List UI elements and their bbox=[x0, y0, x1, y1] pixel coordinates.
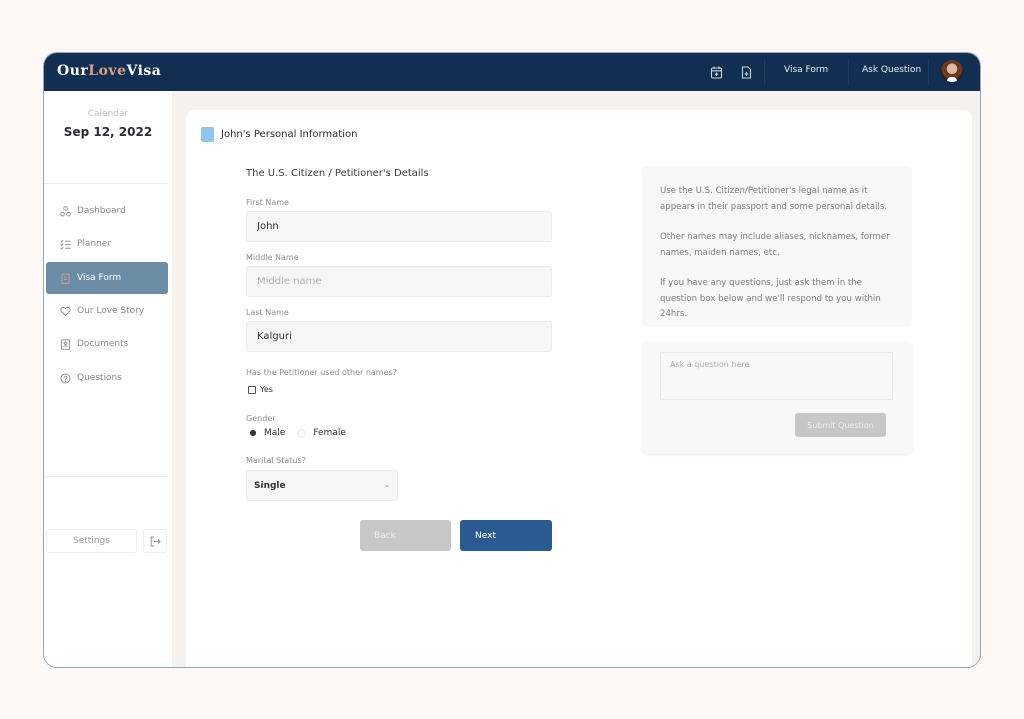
sidebar-item-planner[interactable]: Planner bbox=[46, 228, 168, 260]
middle-name-input[interactable] bbox=[246, 266, 552, 297]
info-paragraph: Use the U.S. Citizen/Petitioner's legal … bbox=[660, 186, 888, 212]
sidebar-item-visa-form[interactable]: Visa Form bbox=[46, 262, 168, 294]
sidebar-divider bbox=[44, 476, 168, 477]
sidebar-item-label: Our Love Story bbox=[77, 306, 145, 316]
radio-female[interactable] bbox=[297, 428, 307, 438]
back-button[interactable]: Back bbox=[360, 520, 451, 551]
question-input[interactable] bbox=[660, 352, 893, 400]
card-title: John's Personal Information bbox=[221, 129, 358, 140]
gender-radio-group: Male Female bbox=[248, 428, 358, 438]
last-name-label: Last Name bbox=[246, 308, 289, 317]
sidebar-item-label: Documents bbox=[77, 339, 129, 349]
radio-label: Female bbox=[313, 428, 346, 438]
middle-name-label: Middle Name bbox=[246, 253, 299, 262]
first-name-label: First Name bbox=[246, 198, 289, 207]
file-add-icon[interactable] bbox=[740, 64, 754, 79]
user-avatar[interactable] bbox=[941, 60, 963, 82]
gender-option-female[interactable]: Female bbox=[297, 428, 346, 438]
sidebar-item-our-love-story[interactable]: Our Love Story bbox=[46, 295, 168, 327]
radio-label: Male bbox=[264, 428, 286, 438]
sidebar-item-documents[interactable]: Documents bbox=[46, 328, 168, 360]
calendar-label: Calendar bbox=[87, 109, 129, 119]
visa-form-icon bbox=[59, 272, 71, 284]
checkbox-label: Yes bbox=[260, 385, 273, 394]
dashboard-icon bbox=[59, 205, 71, 217]
sidebar-item-label: Visa Form bbox=[77, 273, 122, 283]
radio-male[interactable] bbox=[248, 428, 257, 438]
other-names-label: Has the Petitioner used other names? bbox=[246, 368, 397, 377]
info-panel: Use the U.S. Citizen/Petitioner's legal … bbox=[642, 166, 912, 327]
documents-icon bbox=[59, 338, 71, 350]
info-paragraph: If you have any questions, just ask them… bbox=[660, 278, 881, 319]
planner-list-icon bbox=[59, 238, 71, 250]
next-button[interactable]: Next bbox=[460, 520, 552, 551]
sidebar-item-questions[interactable]: Questions bbox=[46, 362, 168, 394]
question-icon bbox=[59, 372, 71, 384]
logo[interactable]: OurLoveVisa bbox=[57, 63, 161, 79]
marital-status-label: Marital Status? bbox=[246, 456, 306, 465]
ask-question-panel: Submit Question bbox=[642, 341, 912, 454]
nav-link-visa-form[interactable]: Visa Form bbox=[784, 65, 828, 75]
section-title: The U.S. Citizen / Petitioner's Details bbox=[246, 168, 429, 179]
calendar-add-icon[interactable] bbox=[710, 64, 724, 79]
logout-button[interactable] bbox=[143, 529, 167, 553]
info-paragraph: Other names may include aliases, nicknam… bbox=[660, 232, 890, 258]
app-window: OurLoveVisa Visa Form Ask Question Calen… bbox=[43, 52, 981, 668]
nav-link-ask-question[interactable]: Ask Question bbox=[862, 65, 921, 75]
sidebar-divider bbox=[44, 183, 168, 184]
logo-text-love: Love bbox=[88, 63, 127, 79]
form-card: John's Personal Information The U.S. Cit… bbox=[186, 110, 972, 667]
section-marker bbox=[201, 127, 214, 142]
calendar-date[interactable]: Sep 12, 2022 bbox=[44, 125, 172, 139]
select-value: Single bbox=[254, 480, 286, 491]
main-area: John's Personal Information The U.S. Cit… bbox=[172, 91, 980, 667]
logo-text-visa: Visa bbox=[126, 63, 162, 79]
first-name-input[interactable] bbox=[246, 211, 552, 242]
gender-option-male[interactable]: Male bbox=[248, 428, 285, 438]
logo-text-our: Our bbox=[57, 63, 89, 79]
other-names-checkbox[interactable] bbox=[248, 385, 256, 394]
divider bbox=[928, 59, 929, 85]
submit-question-button[interactable]: Submit Question bbox=[795, 413, 886, 437]
sidebar-item-dashboard[interactable]: Dashboard bbox=[46, 195, 168, 227]
other-names-checkbox-row[interactable]: Yes bbox=[248, 385, 273, 394]
sidebar: Calendar Sep 12, 2022 Dashboard Planner … bbox=[44, 91, 172, 667]
heart-icon bbox=[59, 305, 71, 317]
chevron-down-icon: ⌄ bbox=[384, 481, 390, 489]
divider bbox=[764, 59, 765, 85]
divider bbox=[848, 59, 849, 85]
sidebar-item-label: Planner bbox=[77, 239, 112, 249]
settings-button[interactable]: Settings bbox=[46, 529, 137, 553]
top-bar: OurLoveVisa Visa Form Ask Question bbox=[44, 53, 980, 91]
marital-status-select[interactable]: Single ⌄ bbox=[246, 470, 398, 501]
gender-label: Gender bbox=[246, 414, 276, 423]
logout-icon bbox=[150, 532, 161, 551]
sidebar-item-label: Dashboard bbox=[77, 206, 126, 216]
sidebar-item-label: Questions bbox=[77, 373, 122, 383]
last-name-input[interactable] bbox=[246, 321, 552, 352]
